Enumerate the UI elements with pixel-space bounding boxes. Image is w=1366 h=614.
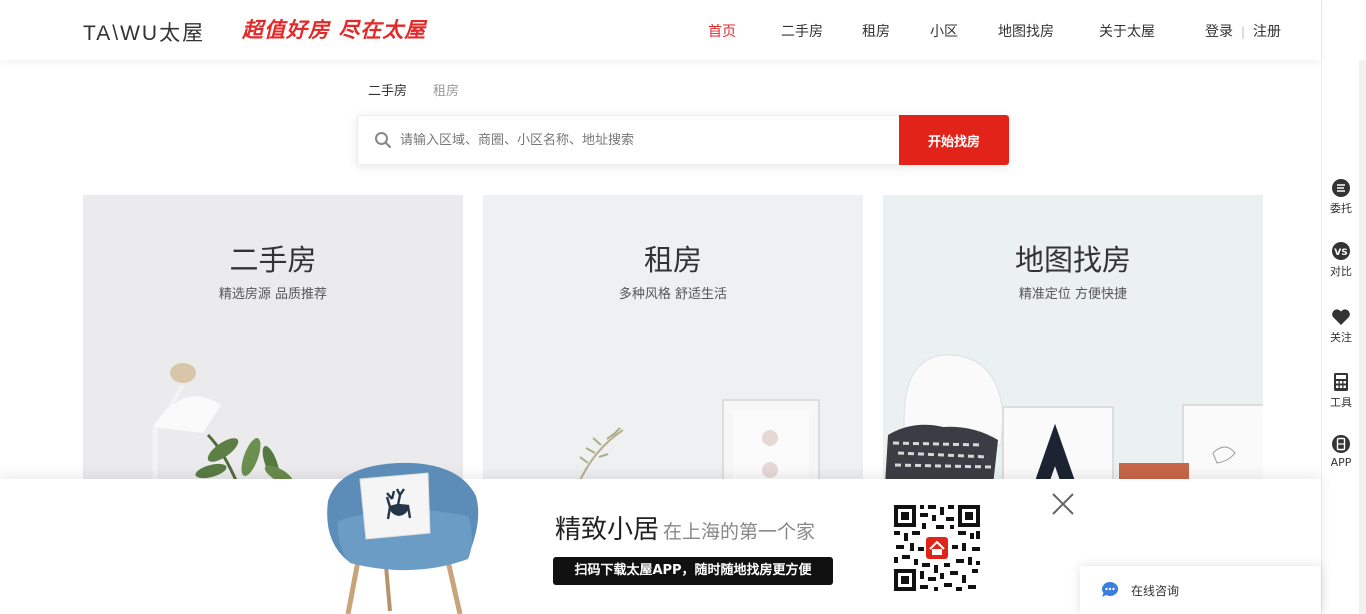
chat-bubble-icon: [1102, 581, 1119, 597]
card-subtitle: 精选房源 品质推荐: [218, 287, 328, 302]
site-header: TA\WU太屋 超值好房 尽在太屋 首页 二手房 租房 小区 地图找房 关于太屋…: [0, 0, 1321, 60]
search-tab-secondhand[interactable]: 二手房: [368, 80, 407, 99]
search-icon: [375, 132, 392, 149]
banner-title: 精致小居 在上海的第一个家: [555, 509, 815, 546]
search-tab-rent[interactable]: 租房: [433, 80, 459, 99]
card-title: 二手房: [229, 243, 317, 277]
nav-rent[interactable]: 租房: [862, 21, 890, 41]
site-logo[interactable]: TA\WU太屋: [83, 17, 205, 47]
auth-separator: |: [1241, 25, 1246, 39]
consult-label: 在线咨询: [1131, 584, 1180, 598]
nav-community[interactable]: 小区: [930, 21, 958, 41]
heart-icon: [1332, 309, 1350, 325]
search-box: 开始找房: [357, 115, 1009, 165]
toolbar-tools[interactable]: 工具: [1321, 372, 1361, 410]
nav-about[interactable]: 关于太屋: [1099, 21, 1155, 41]
card-title: 租房: [643, 243, 702, 277]
calculator-icon: [1334, 373, 1348, 391]
card-map-search[interactable]: 地图找房 精准定位 方便快捷: [883, 195, 1263, 485]
toolbar-compare[interactable]: VS 对比: [1321, 241, 1361, 279]
toolbar-label: APP: [1330, 456, 1352, 469]
card-subtitle: 精准定位 方便快捷: [1018, 287, 1128, 302]
toolbar-app[interactable]: APP: [1321, 434, 1361, 469]
card-subtitle: 多种风格 舒适生活: [618, 287, 728, 302]
online-consult-button[interactable]: 在线咨询: [1080, 566, 1321, 614]
login-link[interactable]: 登录: [1205, 24, 1233, 40]
toolbar-label: 工具: [1330, 396, 1352, 409]
banner-title-main: 精致小居: [555, 515, 660, 545]
site-slogan: 超值好房 尽在太屋: [242, 18, 427, 42]
card-secondhand[interactable]: 二手房 精选房源 品质推荐: [83, 195, 463, 485]
search-input[interactable]: [400, 116, 890, 164]
banner-download-tip: 扫码下载太屋APP，随时随地找房更方便: [553, 557, 833, 585]
vs-compare-icon: VS: [1332, 242, 1350, 260]
toolbar-label: 对比: [1330, 265, 1352, 278]
app-icon: [1332, 435, 1350, 453]
entrust-icon: [1332, 179, 1350, 197]
card-rent[interactable]: 租房 多种风格 舒适生活: [483, 195, 863, 485]
toolbar-label: 关注: [1330, 331, 1352, 344]
banner-title-sub: 在上海的第一个家: [663, 521, 816, 543]
toolbar-follow[interactable]: 关注: [1321, 307, 1361, 345]
armchair-illustration: [327, 462, 479, 614]
register-link[interactable]: 注册: [1253, 24, 1281, 40]
nav-home[interactable]: 首页: [708, 21, 736, 41]
close-icon[interactable]: [1050, 491, 1076, 517]
nav-secondhand[interactable]: 二手房: [781, 21, 823, 41]
toolbar-entrust[interactable]: 委托: [1321, 178, 1361, 216]
card-title: 地图找房: [1014, 243, 1131, 277]
start-search-button[interactable]: 开始找房: [899, 115, 1009, 165]
auth-links: 登录 | 注册: [1205, 21, 1281, 41]
qr-code: [892, 503, 982, 593]
svg-text:VS: VS: [1334, 248, 1347, 258]
toolbar-label: 委托: [1330, 202, 1352, 215]
nav-map-search[interactable]: 地图找房: [998, 21, 1054, 41]
